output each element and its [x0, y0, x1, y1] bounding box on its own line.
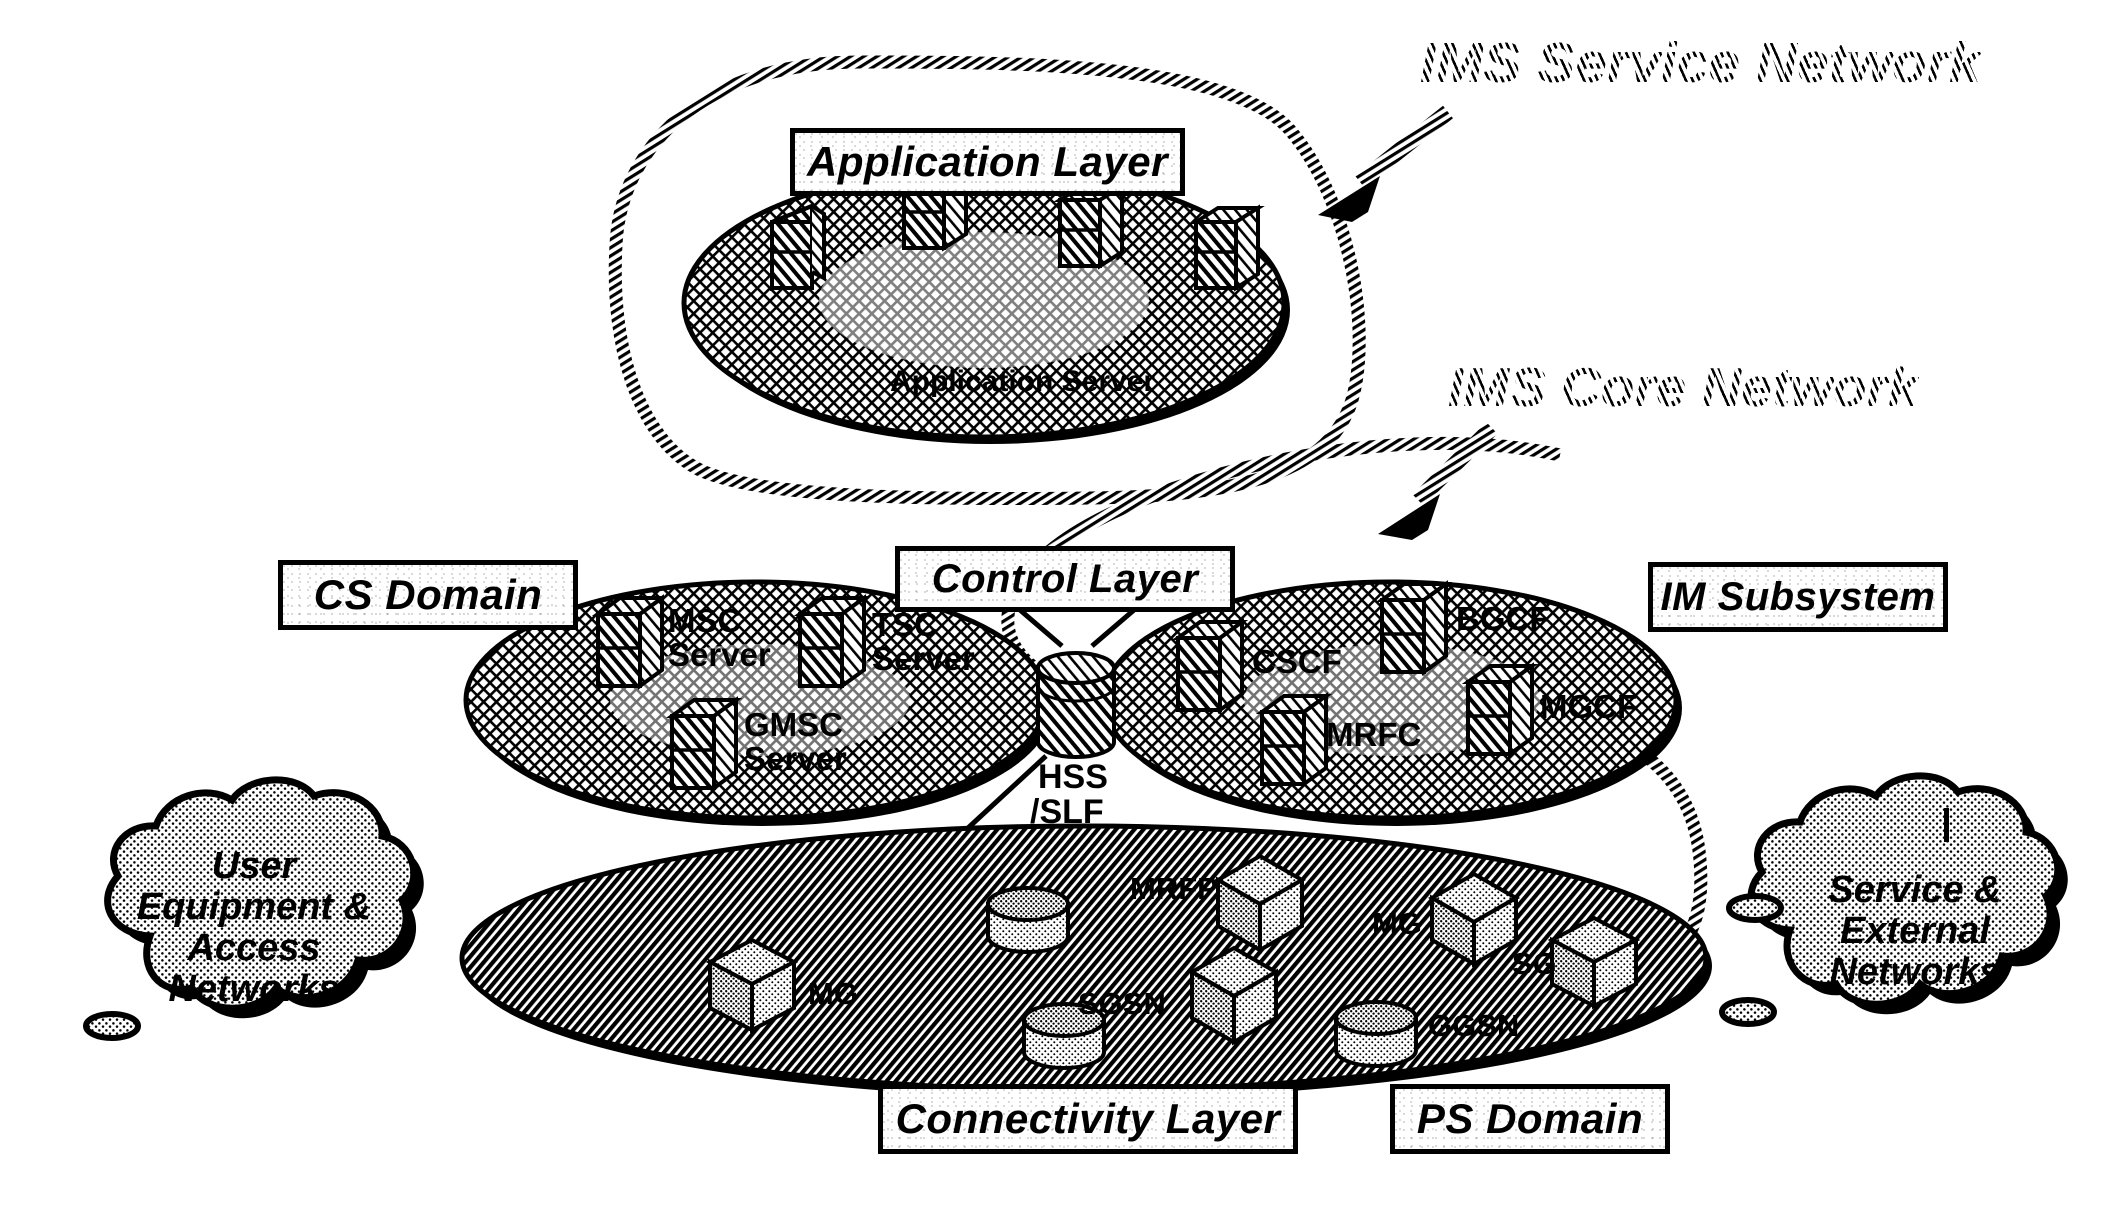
- ggsn-label: GGSN: [1428, 1008, 1520, 1043]
- application-layer-ellipse: [681, 166, 1290, 444]
- mrfp-label: MRFP: [1130, 871, 1218, 906]
- cscf-icon: [1171, 618, 1249, 714]
- msc-server-icon: [591, 594, 669, 690]
- mg-left-label: MG: [808, 976, 858, 1011]
- connectivity-layer-label: Connectivity Layer: [895, 1095, 1281, 1142]
- mg-right-label: MG: [1372, 906, 1422, 941]
- mg-left-icon: [705, 937, 799, 1034]
- diagram-canvas: IMS Service Network IMS Core Network App…: [0, 0, 2121, 1228]
- tsc-server-label: TSC Server: [872, 606, 975, 677]
- im-subsystem-box[interactable]: IM Subsystem: [1648, 562, 1948, 632]
- cs-domain-box[interactable]: CS Domain: [278, 560, 578, 630]
- sgsn-label: SGSN: [1078, 986, 1166, 1021]
- router-icon-1: [986, 886, 1070, 954]
- im-subsystem-label: IM Subsystem: [1660, 574, 1936, 619]
- tick-mark: [1944, 808, 1949, 842]
- mrfc-icon: [1255, 692, 1333, 788]
- cs-domain-label: CS Domain: [313, 571, 543, 618]
- bgcf-label: BGCF: [1456, 600, 1550, 637]
- hss-slf-label-line1: HSS: [1038, 758, 1108, 796]
- ps-domain-box[interactable]: PS Domain: [1390, 1084, 1670, 1154]
- msc-server-label: MSC Server: [668, 602, 771, 673]
- gmsc-server-label: GMSC Server: [744, 706, 847, 777]
- mgcf-label: MGCF: [1540, 688, 1638, 725]
- bgcf-icon: [1375, 580, 1453, 676]
- ims-service-network-label: IMS Service Network: [1420, 31, 1981, 95]
- application-server-caption: Application Server: [890, 365, 1156, 398]
- ims-core-network-label: IMS Core Network: [1448, 356, 1919, 418]
- application-layer-box[interactable]: Application Layer: [790, 128, 1185, 196]
- connectivity-layer-box[interactable]: Connectivity Layer: [878, 1084, 1298, 1154]
- ps-domain-label: PS Domain: [1416, 1095, 1644, 1142]
- ggsn-icon: [1334, 1000, 1418, 1068]
- mrfc-label: MRFC: [1326, 716, 1422, 753]
- gmsc-server-icon: [665, 696, 743, 792]
- application-layer-label: Application Layer: [807, 138, 1168, 185]
- cscf-label: CSCF: [1252, 643, 1342, 680]
- user-equipment-cloud-label: User Equipment & Access Networks: [136, 845, 372, 1011]
- hss-slf-label-line2: /SLF: [1030, 793, 1104, 831]
- mgcf-icon: [1461, 662, 1539, 758]
- sg-label: SG: [1512, 946, 1557, 981]
- control-layer-box[interactable]: Control Layer: [895, 546, 1235, 612]
- control-layer-label: Control Layer: [931, 556, 1199, 601]
- service-external-cloud-label: Service & External Networks: [1828, 869, 2002, 994]
- tsc-server-icon: [793, 594, 871, 690]
- ims-service-network-arrow: [1318, 105, 1453, 222]
- sg-icon: [1547, 915, 1641, 1010]
